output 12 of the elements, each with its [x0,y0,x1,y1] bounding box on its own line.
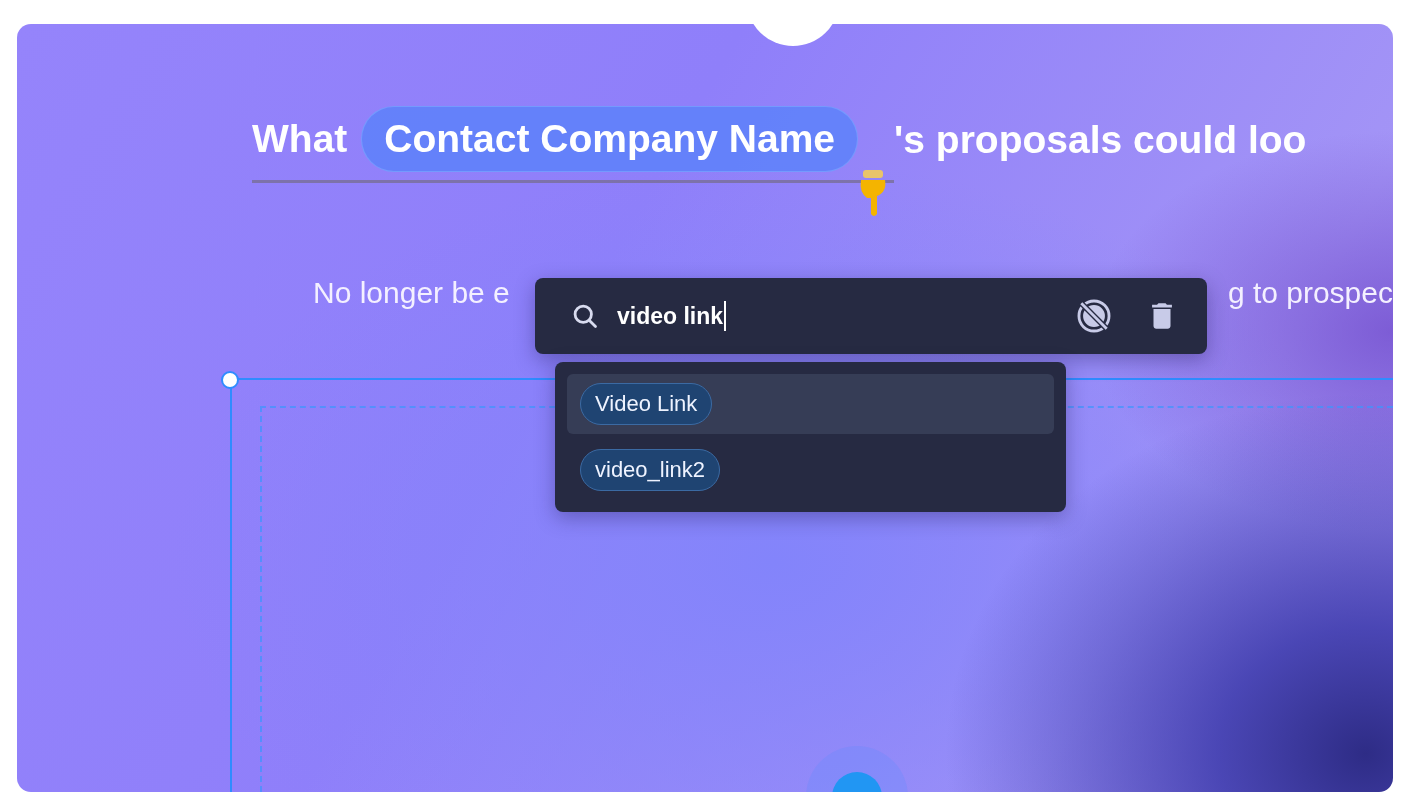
suggestion-item[interactable]: Video Link [567,374,1054,434]
resize-handle[interactable] [221,371,239,389]
hidden-image-icon [1075,297,1113,335]
subtitle-text: g to prospec [1227,276,1393,310]
suggestion-item[interactable]: video_link2 [567,440,1054,500]
search-field[interactable]: video link [617,301,727,331]
headline-text: 's proposals could loo [894,118,1307,162]
search-icon [571,302,599,330]
subtitle-text: No longer be e [313,276,510,310]
headline-text: What [252,116,348,161]
variable-chip: Video Link [580,383,713,425]
variable-chip: video_link2 [580,449,721,491]
